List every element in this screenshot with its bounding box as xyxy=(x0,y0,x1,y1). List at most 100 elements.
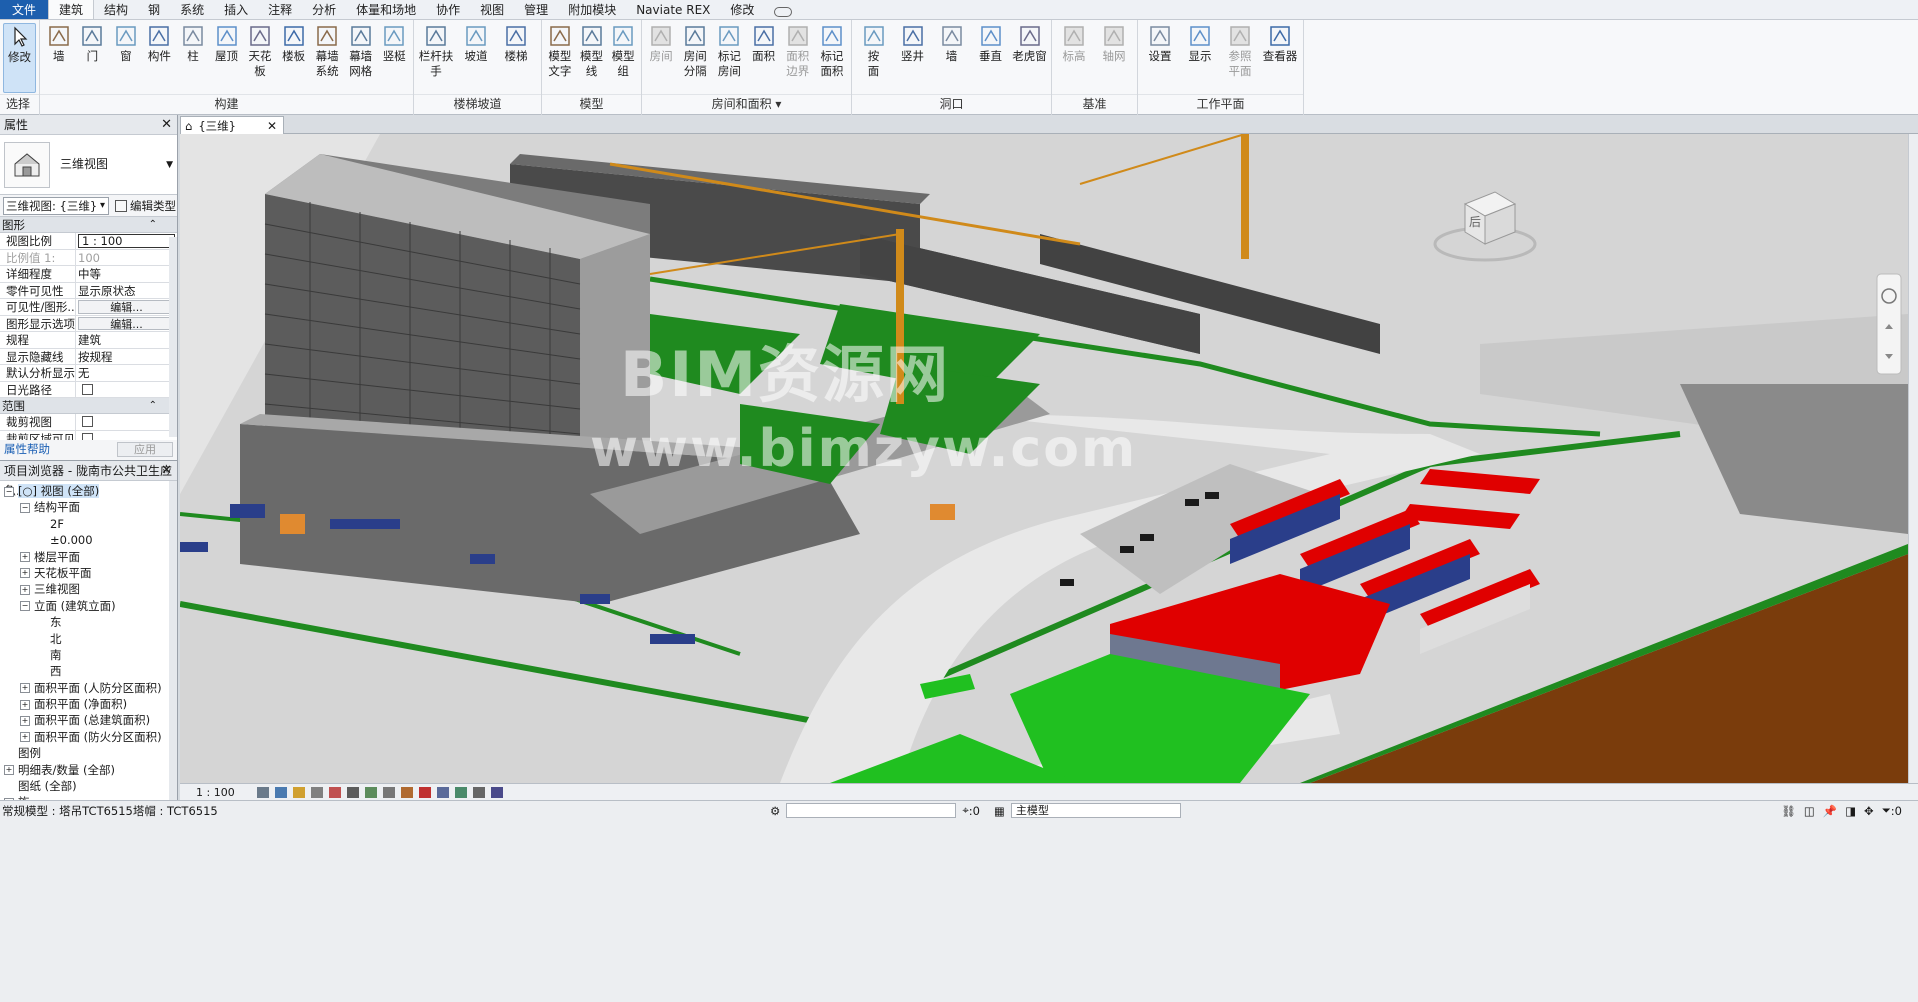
workset-select[interactable] xyxy=(786,803,957,818)
browser-node[interactable]: 西 xyxy=(0,663,177,679)
build-tool-10[interactable]: 竖梃 xyxy=(378,23,410,64)
tab-3[interactable]: 钢 xyxy=(138,0,170,19)
browser-node[interactable]: + 天花板平面 xyxy=(0,565,177,581)
build-tool-7[interactable]: 楼板 xyxy=(278,23,310,64)
property-value[interactable]: 中等 xyxy=(76,266,177,282)
property-edit-button[interactable]: 编辑... xyxy=(78,300,175,314)
expand-icon[interactable]: + xyxy=(20,732,30,743)
browser-node[interactable]: 东 xyxy=(0,614,177,630)
opening-tool-3[interactable]: 垂直 xyxy=(972,23,1009,64)
stairs-tool-0[interactable]: 栏杆扶手 xyxy=(417,23,455,79)
property-value[interactable]: 按规程 xyxy=(76,349,177,365)
rooms-tool-5[interactable]: 标记 面积 xyxy=(816,23,848,79)
tab-10[interactable]: 视图 xyxy=(470,0,514,19)
tab-11[interactable]: 管理 xyxy=(514,0,558,19)
build-tool-2[interactable]: 窗 xyxy=(110,23,142,64)
browser-node[interactable]: + 面积平面 (防火分区面积) xyxy=(0,729,177,745)
workplane-tool-1[interactable]: 显示 xyxy=(1181,23,1219,64)
expand-icon[interactable]: + xyxy=(20,683,30,694)
browser-node[interactable]: + 面积平面 (净面积) xyxy=(0,696,177,712)
stairs-tool-1[interactable]: 坡道 xyxy=(457,23,495,64)
collapse-icon[interactable]: − xyxy=(20,601,30,612)
tab-4[interactable]: 系统 xyxy=(170,0,214,19)
stairs-tool-2[interactable]: 楼梯 xyxy=(497,23,535,64)
lock-view-icon[interactable] xyxy=(382,786,395,798)
shadows-icon[interactable] xyxy=(310,786,323,798)
properties-help-link[interactable]: 属性帮助 xyxy=(4,441,50,457)
design-option-select[interactable]: 主模型 xyxy=(1010,803,1181,818)
tab-14[interactable]: 修改 xyxy=(720,0,764,19)
tab-9[interactable]: 协作 xyxy=(426,0,470,19)
canvas-scrollbar[interactable] xyxy=(1908,134,1918,783)
section-graphics[interactable]: 图形 ⌃ xyxy=(0,217,177,233)
drag-elements-icon[interactable]: ✥ xyxy=(1864,804,1874,818)
sun-path-icon[interactable] xyxy=(292,786,305,798)
apply-button[interactable]: 应用 xyxy=(117,441,173,457)
build-tool-9[interactable]: 幕墙 网格 xyxy=(345,23,377,79)
type-selector[interactable]: 三维视图 ▼ xyxy=(0,135,177,195)
browser-node[interactable]: 2F xyxy=(0,516,177,532)
tab-5[interactable]: 插入 xyxy=(214,0,258,19)
datum-tool-0[interactable]: 标高 xyxy=(1055,23,1093,64)
modify-button[interactable]: 修改 xyxy=(3,23,36,93)
worksharing-icon[interactable] xyxy=(454,786,467,798)
render-icon[interactable] xyxy=(328,786,341,798)
3d-view-canvas[interactable]: 后 BIM资源网 www.bimzyw.com xyxy=(180,134,1908,783)
close-icon[interactable]: ✕ xyxy=(161,115,172,135)
reveal-hidden-icon[interactable] xyxy=(418,786,431,798)
expand-icon[interactable]: + xyxy=(20,699,30,710)
collapse-icon[interactable]: − xyxy=(20,502,30,513)
browser-node[interactable]: + 楼层平面 xyxy=(0,549,177,565)
build-tool-6[interactable]: 天花板 xyxy=(244,23,276,79)
hide-isolate-icon[interactable] xyxy=(400,786,413,798)
model-tool-2[interactable]: 模型 组 xyxy=(608,23,638,79)
workplane-tool-0[interactable]: 设置 xyxy=(1141,23,1179,64)
tab-0[interactable]: 文件 xyxy=(0,0,49,19)
browser-node[interactable]: + 明细表/数量 (全部) xyxy=(0,762,177,778)
browser-node[interactable]: + 面积平面 (人防分区面积) xyxy=(0,680,177,696)
rooms-tool-0[interactable]: 房间 xyxy=(645,23,677,64)
build-tool-0[interactable]: 墙 xyxy=(43,23,75,64)
section-extents[interactable]: 范围 ⌃ xyxy=(0,398,177,414)
opening-tool-4[interactable]: 老虎窗 xyxy=(1011,23,1048,64)
build-tool-8[interactable]: 幕墙 系统 xyxy=(311,23,343,79)
select-pinned-icon[interactable]: 📌 xyxy=(1823,804,1837,818)
analytical-model-icon[interactable] xyxy=(490,786,503,798)
expand-icon[interactable]: + xyxy=(20,552,30,563)
properties-scrollbar[interactable] xyxy=(169,237,177,437)
opening-tool-2[interactable]: 墙 xyxy=(933,23,970,64)
tab-7[interactable]: 分析 xyxy=(302,0,346,19)
expand-icon[interactable]: + xyxy=(4,765,14,776)
property-value[interactable]: 无 xyxy=(76,365,177,381)
browser-node[interactable]: + 面积平面 (总建筑面积) xyxy=(0,712,177,728)
rooms-tool-1[interactable]: 房间 分隔 xyxy=(679,23,711,79)
browser-node[interactable]: ±0.000 xyxy=(0,532,177,548)
property-value-input[interactable]: 1 : 100 xyxy=(78,234,175,248)
property-value[interactable]: 显示原状态 xyxy=(76,283,177,299)
select-underlay-icon[interactable]: ◫ xyxy=(1804,804,1815,818)
view-instance-select[interactable]: 三维视图: {三维} xyxy=(3,196,109,215)
expand-icon[interactable]: + xyxy=(20,715,30,726)
browser-node[interactable]: − [○] 视图 (全部) xyxy=(0,483,177,499)
select-by-face-icon[interactable]: ◨ xyxy=(1845,804,1856,818)
browser-scrollbar[interactable] xyxy=(169,481,177,801)
browser-node[interactable]: 南 xyxy=(0,647,177,663)
opening-tool-1[interactable]: 竖井 xyxy=(894,23,931,64)
property-edit-button[interactable]: 编辑... xyxy=(78,316,175,330)
browser-node[interactable]: + 三维视图 xyxy=(0,581,177,597)
temporary-properties-icon[interactable] xyxy=(436,786,449,798)
model-tool-1[interactable]: 模型 线 xyxy=(577,23,607,79)
worksets-icon[interactable]: ⚙ xyxy=(770,804,780,818)
design-options-icon[interactable]: ▦ xyxy=(994,804,1005,818)
build-tool-3[interactable]: 构件 xyxy=(144,23,176,64)
tab-2[interactable]: 结构 xyxy=(94,0,138,19)
rooms-tool-3[interactable]: 面积 xyxy=(748,23,780,64)
rooms-tool-2[interactable]: 标记 房间 xyxy=(713,23,745,79)
close-icon[interactable]: ✕ xyxy=(161,461,172,481)
tab-12[interactable]: 附加模块 xyxy=(558,0,626,19)
show-crop-icon[interactable] xyxy=(364,786,377,798)
tab-13[interactable]: Naviate REX xyxy=(626,0,720,19)
filter-icon[interactable]: ⏷ xyxy=(1882,803,1891,818)
property-checkbox[interactable] xyxy=(82,383,93,395)
build-tool-4[interactable]: 柱 xyxy=(177,23,209,64)
